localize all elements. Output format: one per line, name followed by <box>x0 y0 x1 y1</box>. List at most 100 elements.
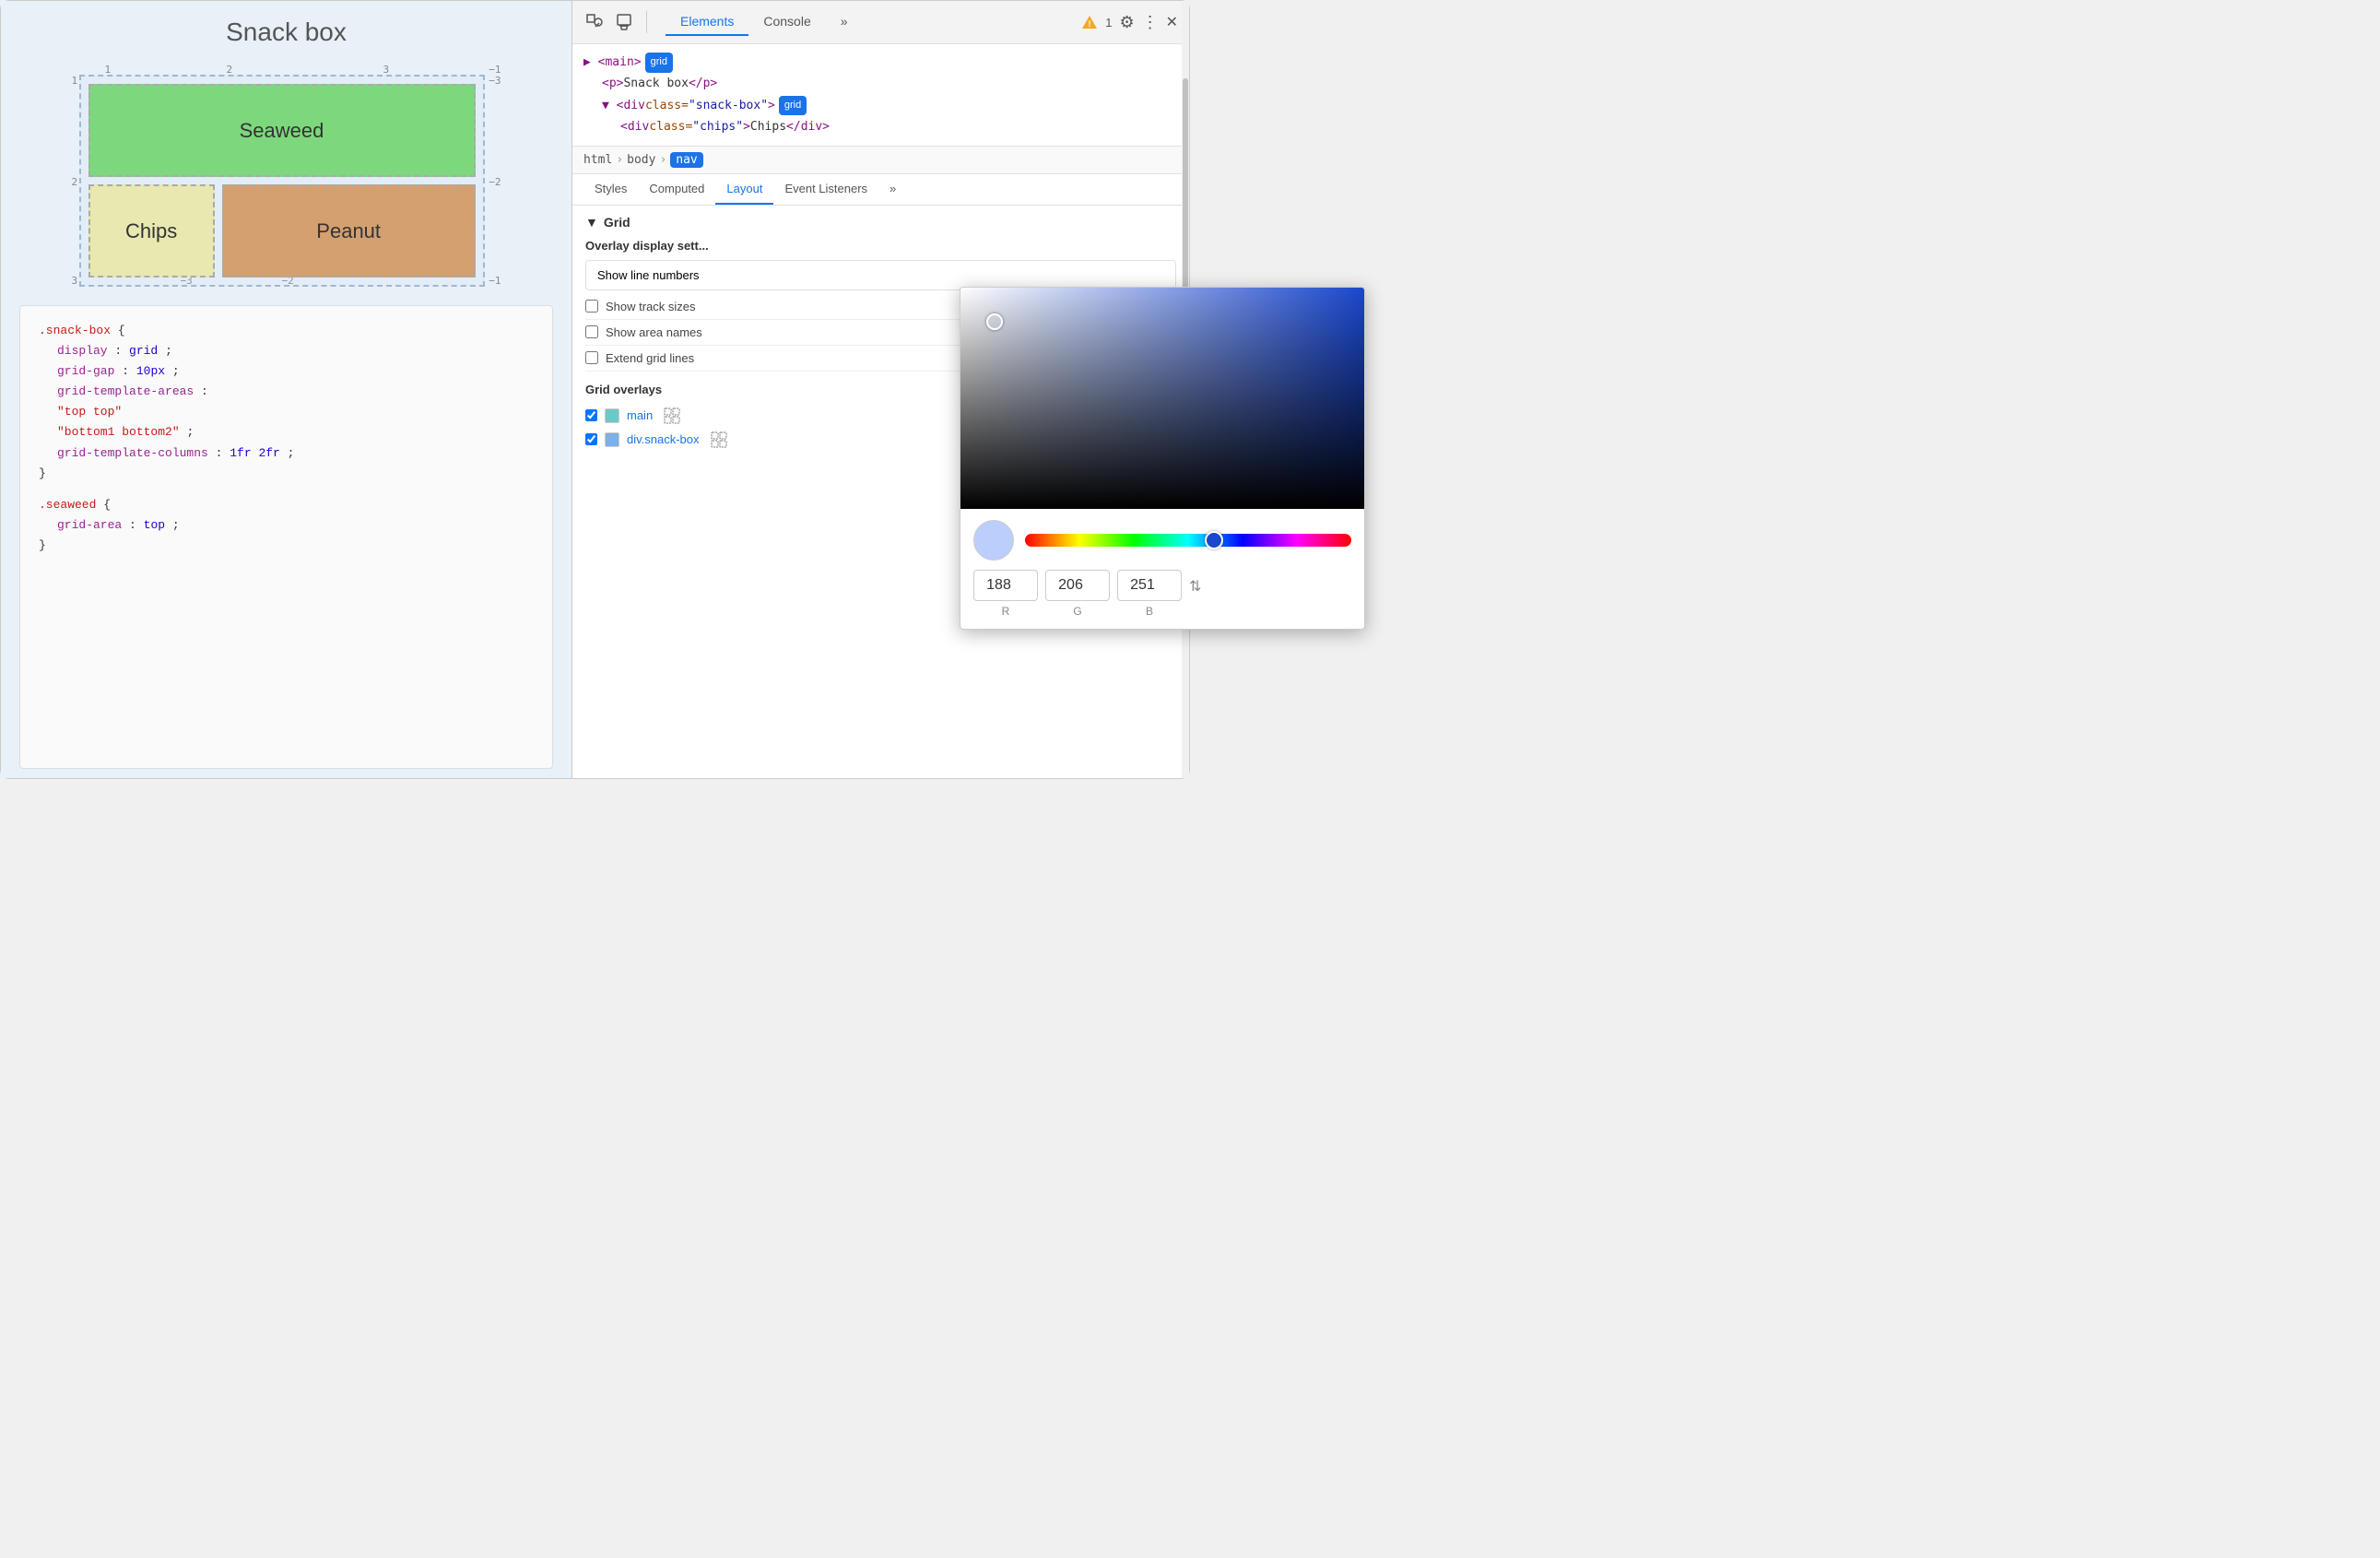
overlay-main-label: main <box>627 408 653 422</box>
tab-event-listeners[interactable]: Event Listeners <box>773 174 878 205</box>
grid-num: 2 <box>72 176 78 188</box>
overlay-settings-title: Overlay display sett... <box>585 239 1176 253</box>
code-line: grid-template-areas : <box>39 382 534 402</box>
tab-more[interactable]: » <box>826 8 863 36</box>
code-line: } <box>39 536 534 556</box>
rgb-b-label: B <box>1146 605 1153 618</box>
code-panel: .snack-box { display : grid ; grid-gap :… <box>19 305 553 769</box>
color-preview <box>973 520 1014 561</box>
overlay-main-color[interactable] <box>605 408 619 423</box>
code-prop: grid-template-columns <box>57 446 208 460</box>
show-area-names-checkbox[interactable] <box>585 325 598 338</box>
dom-line: <p> Snack box </p> <box>583 73 1178 94</box>
cell-seaweed: Seaweed <box>88 84 476 177</box>
overlay-main-icon <box>664 407 680 424</box>
cell-peanut: Peanut <box>222 184 476 277</box>
tab-more-panels[interactable]: » <box>878 174 907 205</box>
rgb-r-label: R <box>1002 605 1010 618</box>
show-line-numbers-label: Show line numbers <box>597 268 700 282</box>
show-line-numbers-row: Show line numbers <box>585 260 1176 290</box>
seaweed-label: Seaweed <box>240 119 324 143</box>
code-class: .snack-box <box>39 324 111 337</box>
grid-preview-area: 1 2 3 −1 1 −3 2 −2 3 −1 −3 −2 Seaweed Ch… <box>70 56 503 296</box>
more-options-icon[interactable]: ⋮ <box>1142 13 1159 32</box>
code-line: grid-template-columns : 1fr 2fr ; <box>39 443 534 464</box>
code-prop: display <box>57 344 108 358</box>
code-string: "top top" <box>57 405 122 419</box>
code-class: .seaweed <box>39 498 96 512</box>
grid-num: 3 <box>72 275 78 287</box>
show-area-names-label: Show area names <box>606 325 702 339</box>
page-title: Snack box <box>1 1 571 56</box>
devtools-tabs: Elements Console » <box>666 8 863 36</box>
breadcrumb-nav[interactable]: nav <box>670 152 702 168</box>
color-gradient[interactable] <box>960 288 1364 509</box>
breadcrumb-body[interactable]: body <box>627 153 655 167</box>
overlay-main-checkbox[interactable] <box>585 409 597 421</box>
code-line: grid-area : top ; <box>39 515 534 536</box>
dom-badge-grid: grid <box>779 96 807 116</box>
warning-count: 1 <box>1105 16 1112 30</box>
color-picker-row1 <box>973 520 1351 561</box>
rgb-r-group: R <box>973 570 1038 618</box>
settings-icon[interactable]: ⚙ <box>1119 13 1134 32</box>
grid-num: −1 <box>489 275 501 287</box>
code-value: 1fr 2fr <box>230 446 280 460</box>
hue-slider[interactable] <box>1025 534 1351 547</box>
code-line: "top top" <box>39 402 534 422</box>
grid-section-title: ▼ Grid <box>585 215 1176 230</box>
hue-slider-container <box>1025 534 1351 547</box>
code-line: "bottom1 bottom2" ; <box>39 422 534 443</box>
code-value: 10px <box>136 364 165 378</box>
tab-elements[interactable]: Elements <box>666 8 748 36</box>
rgb-g-input[interactable] <box>1045 570 1110 601</box>
rgb-g-label: G <box>1073 605 1081 618</box>
dom-tag: ▶ <main> <box>583 52 642 73</box>
toolbar-separator <box>646 11 647 33</box>
code-value: top <box>144 518 165 532</box>
device-icon[interactable] <box>613 11 635 33</box>
rgb-spinner[interactable]: ⇅ <box>1189 570 1201 618</box>
tab-computed[interactable]: Computed <box>638 174 715 205</box>
overlay-snackbox-color[interactable] <box>605 432 619 447</box>
show-track-sizes-label: Show track sizes <box>606 300 696 313</box>
hue-slider-thumb[interactable] <box>1205 531 1223 549</box>
close-icon[interactable]: ✕ <box>1166 13 1178 31</box>
grid-title: Grid <box>604 215 630 230</box>
dom-line: ▶ <main> grid <box>583 52 1178 73</box>
left-panel: Snack box 1 2 3 −1 1 −3 2 −2 3 −1 −3 −2 … <box>1 1 572 778</box>
cell-chips: Chips <box>88 184 215 277</box>
tab-styles[interactable]: Styles <box>583 174 638 205</box>
extend-grid-lines-label: Extend grid lines <box>606 351 694 365</box>
tab-console[interactable]: Console <box>748 8 825 36</box>
breadcrumb-html[interactable]: html <box>583 153 612 167</box>
code-string: "bottom1 bottom2" <box>57 425 180 439</box>
warning-icon: ! <box>1081 14 1098 30</box>
overlay-snackbox-icon <box>711 431 727 448</box>
code-line: grid-gap : 10px ; <box>39 361 534 382</box>
overlay-snackbox-checkbox[interactable] <box>585 433 597 445</box>
code-prop: grid-gap <box>57 364 114 378</box>
show-track-sizes-checkbox[interactable] <box>585 300 598 313</box>
code-line: .snack-box { <box>39 321 534 341</box>
extend-grid-lines-checkbox[interactable] <box>585 351 598 364</box>
grid-num: −2 <box>489 176 501 188</box>
code-line: } <box>39 464 534 484</box>
code-prop: grid-template-areas <box>57 384 194 398</box>
dom-line: ▼ <div class= "snack-box" > grid <box>583 95 1178 116</box>
rgb-r-input[interactable] <box>973 570 1038 601</box>
inspector-icon[interactable] <box>583 11 606 33</box>
grid-num: −3 <box>489 75 501 87</box>
color-picker-popup: R G B ⇅ <box>960 287 1365 630</box>
rgb-b-input[interactable] <box>1117 570 1182 601</box>
code-line: .seaweed { <box>39 495 534 515</box>
code-line: display : grid ; <box>39 341 534 361</box>
peanut-label: Peanut <box>316 219 381 243</box>
grid-container: Seaweed Chips Peanut <box>79 75 485 287</box>
right-panel: Elements Console » ! 1 ⚙ ⋮ ✕ ▶ <main> gr… <box>572 1 1189 778</box>
tab-layout[interactable]: Layout <box>715 174 773 205</box>
code-value: grid <box>129 344 158 358</box>
dom-line: <div class= "chips" > Chips </div> <box>583 116 1178 137</box>
dom-badge-grid: grid <box>645 53 673 73</box>
color-picker-handle[interactable] <box>986 313 1003 330</box>
